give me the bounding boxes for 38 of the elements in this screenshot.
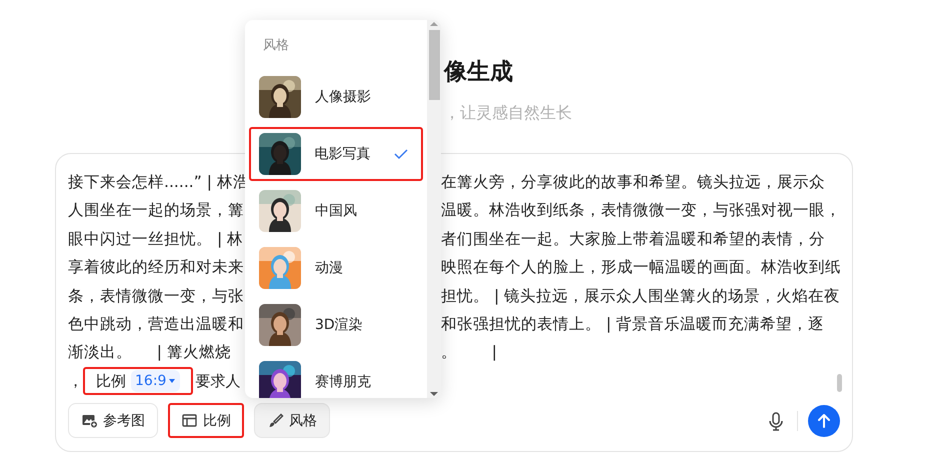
check-icon (394, 148, 408, 160)
style-option[interactable]: 人像摄影 (249, 70, 423, 124)
frame-icon (181, 412, 198, 430)
up-arrow-icon (815, 412, 833, 430)
page-title: 像生成 (444, 58, 513, 87)
prompt-text: 眼中闪过一丝担忧。 | 林 (68, 228, 244, 250)
prompt-text: 担忧。 | 镜头拉远，展示众人围坐篝火的场景，火焰在夜 (441, 286, 841, 307)
style-option[interactable]: 电影写真 (249, 127, 423, 181)
prompt-text: 。 | (441, 342, 498, 364)
prompt-text: 者们围坐在一起。大家脸上带着温暖和希望的表情，分 (441, 228, 826, 250)
scrollbar[interactable] (837, 374, 842, 392)
style-option[interactable]: 3D渲染 (249, 298, 423, 352)
ratio-chip[interactable]: 比例 16:9 (83, 367, 194, 396)
brush-icon (267, 412, 284, 430)
prompt-text: 和张强担忧的表情上。 | 背景音乐温暖而充满希望，逐 (441, 314, 826, 336)
prompt-text: ， (68, 372, 83, 391)
scrollbar-thumb[interactable] (428, 30, 440, 100)
caret-icon (168, 377, 176, 386)
prompt-text: 渐淡出。 | 篝火燃烧 (68, 342, 232, 364)
prompt-text: 享着彼此的经历和对未来 (68, 257, 245, 278)
prompt-text: 映照在每个人的脸上，形成一幅温暖的画面。林浩收到纸 (441, 257, 841, 278)
style-option[interactable]: 动漫 (249, 241, 423, 295)
toolbar-button[interactable]: 比例 (168, 403, 244, 438)
scroll-down-icon[interactable] (429, 390, 439, 398)
toolbar-button[interactable]: 风格 (254, 403, 330, 438)
prompt-text: 温暖。林浩收到纸条，表情微微一变，与张强对视一眼， (441, 200, 841, 222)
prompt-text: 条，表情微微一变，与张 (68, 286, 245, 307)
style-option[interactable]: 赛博朋克 (249, 355, 423, 398)
prompt-text: 在篝火旁，分享彼此的故事和希望。镜头拉远，展示众 (441, 172, 826, 193)
toolbar-button[interactable]: 参考图 (68, 403, 158, 438)
prompt-text: 人围坐在一起的场景，篝 (68, 200, 245, 222)
send-button[interactable] (808, 404, 840, 437)
prompt-text: 色中跳动，营造出温暖和 (68, 314, 245, 336)
style-option[interactable]: 中国风 (249, 184, 423, 238)
prompt-text: 要求人 (195, 372, 240, 391)
menu-heading: 风格 (263, 37, 289, 55)
image-plus-icon (81, 412, 98, 430)
page-subtitle: ，让灵感自然生长 (444, 103, 572, 124)
